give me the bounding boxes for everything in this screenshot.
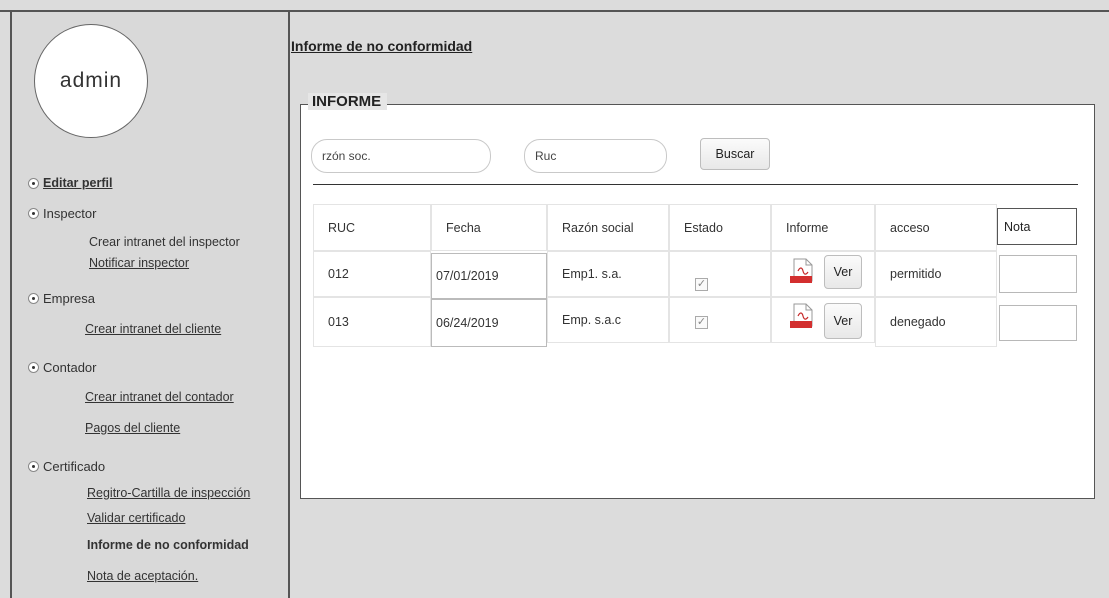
fieldset-legend: INFORME	[308, 93, 388, 110]
ver-button[interactable]: Ver	[824, 255, 862, 289]
table-header-ruc: RUC	[313, 204, 431, 251]
section-title: Inspector	[43, 206, 97, 221]
section-title: Contador	[43, 360, 97, 375]
cell-value: 07/01/2019	[436, 269, 499, 283]
cell-value: Emp1. s.a.	[562, 267, 622, 281]
table-cell-razon-social: Emp. s.a.c	[547, 297, 669, 343]
ver-label: Ver	[833, 314, 853, 328]
table-header-nota: Nota	[997, 208, 1077, 245]
header-label: RUC	[328, 220, 356, 235]
header-label: Razón social	[562, 220, 634, 235]
sidebar-item-informe-no-conformidad[interactable]: Informe de no conformidad	[87, 538, 249, 552]
ver-label: Ver	[833, 265, 853, 279]
section-title: Certificado	[43, 459, 106, 474]
table-header-informe: Informe	[771, 204, 875, 251]
table-header-fecha: Fecha	[431, 204, 547, 251]
cell-value: permitido	[890, 267, 942, 281]
radio-bullet-icon	[28, 177, 39, 189]
section-title: Empresa	[43, 291, 96, 306]
estado-checkbox[interactable]: ✓	[695, 316, 708, 329]
avatar-label: admin	[59, 69, 123, 92]
sidebar-section-contador: Contador	[28, 360, 96, 375]
table-cell-fecha: 07/01/2019	[431, 253, 547, 299]
table-header-acceso: acceso	[875, 204, 997, 251]
edit-profile-link[interactable]: Editar perfil	[43, 176, 112, 190]
buscar-button[interactable]: Buscar	[700, 138, 770, 170]
sidebar-item-crear-intranet-cliente[interactable]: Crear intranet del cliente	[85, 322, 221, 336]
table-cell-fecha: 06/24/2019	[431, 299, 547, 347]
ruc-search-input[interactable]: Ruc	[524, 139, 667, 173]
header-label: acceso	[890, 220, 930, 235]
table-cell-ruc: 012	[313, 251, 431, 297]
ruc-placeholder: Ruc	[535, 149, 557, 163]
header-label: Nota	[1004, 219, 1031, 234]
pdf-icon[interactable]	[787, 257, 817, 287]
radio-bullet-icon	[28, 461, 39, 472]
cell-value: 012	[328, 267, 349, 281]
radio-bullet-icon	[28, 293, 39, 304]
sidebar-section-empresa: Empresa	[28, 291, 95, 306]
table-header-estado: Estado	[669, 204, 771, 251]
sidebar-item-edit-profile[interactable]: Editar perfil	[28, 176, 112, 190]
ver-button[interactable]: Ver	[824, 303, 862, 339]
radio-bullet-icon	[28, 362, 39, 373]
header-label: Estado	[684, 220, 723, 235]
sidebar-item-notificar-inspector[interactable]: Notificar inspector	[89, 256, 189, 270]
table-cell-estado	[669, 297, 771, 343]
header-label: Informe	[786, 220, 829, 235]
sidebar-item-crear-intranet-inspector[interactable]: Crear intranet del inspector	[89, 235, 240, 249]
table-header-razon-social: Razón social	[547, 204, 669, 251]
cell-value: 013	[328, 315, 349, 329]
nota-input[interactable]	[999, 305, 1077, 341]
sidebar-section-certificado: Certificado	[28, 459, 105, 474]
divider	[313, 184, 1078, 185]
cell-value: denegado	[890, 315, 946, 329]
radio-bullet-icon	[28, 208, 39, 219]
header-label: Fecha	[446, 220, 481, 235]
sidebar-item-crear-intranet-contador[interactable]: Crear intranet del contador	[85, 390, 234, 404]
table-cell-ruc: 013	[313, 297, 431, 347]
table-cell-estado	[669, 251, 771, 297]
sidebar-item-validar-certificado[interactable]: Validar certificado	[87, 511, 185, 525]
buscar-button-label: Buscar	[715, 147, 755, 161]
cell-value: 06/24/2019	[436, 316, 499, 330]
table-cell-acceso: permitido	[875, 251, 997, 297]
sidebar-item-registro-cartilla[interactable]: Regitro-Cartilla de inspección	[87, 486, 250, 500]
cell-value: Emp. s.a.c	[562, 313, 622, 327]
pdf-icon[interactable]	[787, 302, 817, 332]
avatar[interactable]: admin	[34, 24, 148, 138]
table-cell-acceso: denegado	[875, 297, 997, 347]
razon-social-placeholder: rzón soc.	[322, 149, 371, 163]
page-title: Informe de no conformidad	[291, 38, 473, 54]
sidebar: admin Editar perfil Inspector Crear intr…	[12, 12, 290, 598]
table-cell-razon-social: Emp1. s.a.	[547, 251, 669, 297]
sidebar-item-pagos-cliente[interactable]: Pagos del cliente	[85, 421, 180, 435]
sidebar-section-inspector: Inspector	[28, 206, 96, 221]
nota-input[interactable]	[999, 255, 1077, 293]
razon-social-search-input[interactable]: rzón soc.	[311, 139, 491, 173]
estado-checkbox[interactable]: ✓	[695, 278, 708, 291]
sidebar-item-nota-aceptacion[interactable]: Nota de aceptación.	[87, 569, 198, 583]
